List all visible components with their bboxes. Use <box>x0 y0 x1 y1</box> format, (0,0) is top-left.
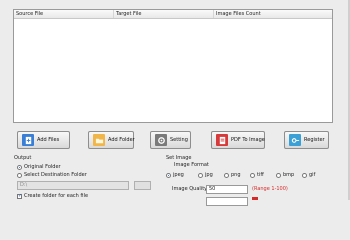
setting-label: Setting <box>170 137 188 143</box>
folder-icon <box>93 134 105 146</box>
register-button[interactable]: Register <box>284 131 329 149</box>
add-files-icon <box>22 134 34 146</box>
format-radio-jpg[interactable]: jpg <box>198 172 213 178</box>
format-radio-png[interactable]: png <box>224 172 241 178</box>
pdf-to-image-button[interactable]: PDF To Image <box>211 131 265 149</box>
pdf-to-image-label: PDF To Image <box>231 137 265 143</box>
image-quality-field[interactable]: 50 <box>206 185 248 194</box>
checkbox-checked-icon: ✓ <box>17 192 23 199</box>
column-image-files-count[interactable]: Image Files Count <box>214 10 284 18</box>
column-target-file[interactable]: Target File <box>114 10 214 18</box>
file-list[interactable]: Source File Target File Image Files Coun… <box>13 9 333 123</box>
format-label-jpg: jpg <box>205 172 213 178</box>
add-files-label: Add Files <box>37 137 60 143</box>
format-radio-gif[interactable]: gif <box>302 172 315 178</box>
add-files-button[interactable]: Add Files <box>17 131 70 149</box>
radio-dot <box>17 172 22 178</box>
create-folder-checkbox[interactable]: ✓ Create folder for each file <box>17 193 88 199</box>
key-icon <box>289 134 301 146</box>
format-radio-jpeg[interactable]: jpeg <box>166 172 184 178</box>
gear-icon <box>155 134 167 146</box>
format-label-gif: gif <box>309 172 316 178</box>
format-radio-bmp[interactable]: bmp <box>276 172 294 178</box>
format-label-jpeg: jpeg <box>173 172 184 178</box>
second-input-field[interactable] <box>206 197 248 206</box>
image-format-label: Image Format <box>174 162 209 168</box>
second-range-hint <box>252 197 258 200</box>
add-folder-button[interactable]: Add Folder <box>88 131 135 149</box>
column-source-file[interactable]: Source File <box>14 10 114 18</box>
format-label-png: png <box>231 172 241 178</box>
original-folder-radio[interactable]: Original Folder <box>17 164 61 170</box>
radio-dot <box>224 172 229 178</box>
original-folder-label: Original Folder <box>24 164 61 170</box>
register-label: Register <box>304 137 325 143</box>
file-list-header: Source File Target File Image Files Coun… <box>14 10 332 19</box>
radio-dot-selected <box>166 172 171 178</box>
quality-range-hint: (Range 1-100) <box>252 186 288 192</box>
main-window: Source File Target File Image Files Coun… <box>0 0 350 206</box>
format-label-bmp: bmp <box>283 172 295 178</box>
output-section-label: Output <box>14 155 32 161</box>
radio-dot <box>250 172 255 178</box>
browse-button[interactable] <box>134 181 151 190</box>
radio-dot <box>198 172 203 178</box>
destination-folder-field[interactable]: D:\ <box>17 181 129 190</box>
radio-dot <box>302 172 307 178</box>
image-quality-label: Image Quality: <box>172 186 209 192</box>
create-folder-label: Create folder for each file <box>24 193 89 199</box>
format-label-tiff: tiff <box>257 172 264 178</box>
radio-dot <box>276 172 281 178</box>
set-image-section-label: Set Image <box>166 155 192 161</box>
add-folder-label: Add Folder <box>108 137 135 143</box>
pdf-icon <box>216 134 228 146</box>
toolbar: Add Files Add Folder Setting PDF To Imag… <box>13 131 333 151</box>
select-destination-radio[interactable]: Select Destination Folder <box>17 172 87 178</box>
format-radio-tiff[interactable]: tiff <box>250 172 264 178</box>
radio-dot-selected <box>17 164 22 170</box>
setting-button[interactable]: Setting <box>150 131 191 149</box>
select-destination-label: Select Destination Folder <box>24 172 87 178</box>
